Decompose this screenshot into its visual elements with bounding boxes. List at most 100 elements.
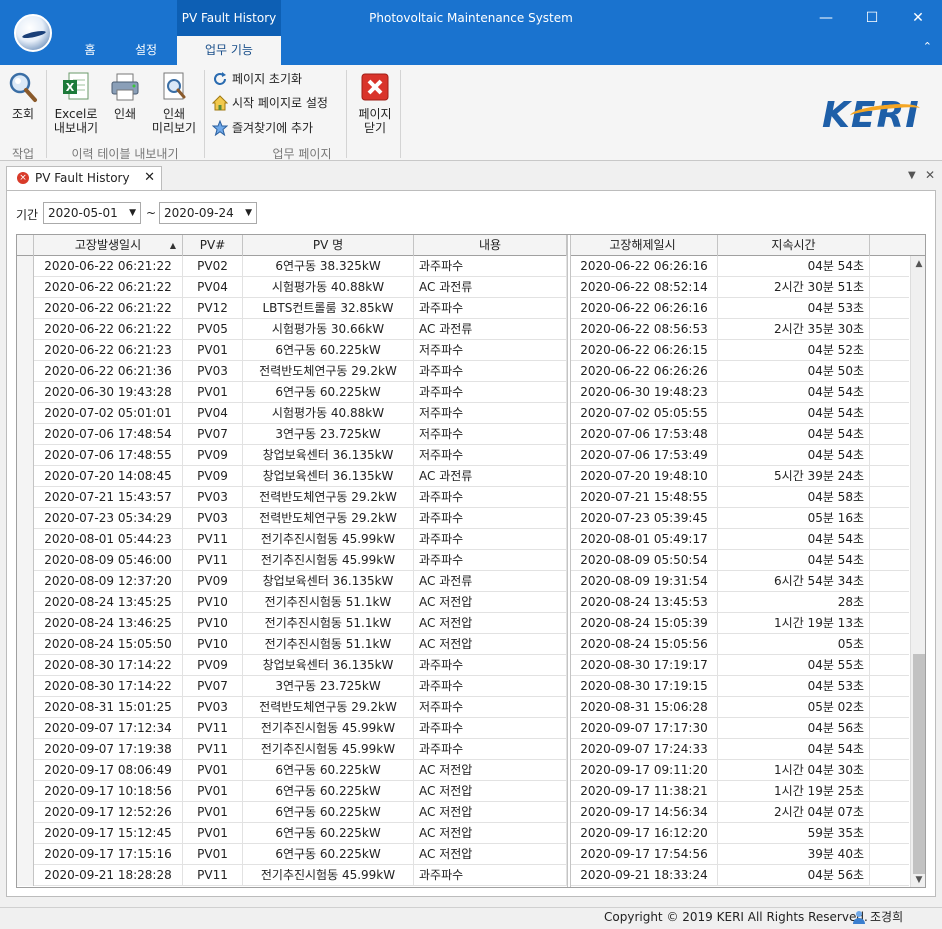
row-indicator[interactable] — [17, 529, 34, 550]
row-indicator[interactable] — [17, 739, 34, 760]
table-row[interactable]: 2020-06-22 06:21:23 PV01 6연구동 60.225kW 저주파수… — [17, 340, 909, 361]
tab-business-functions[interactable]: 업무 기능 — [177, 36, 281, 65]
print-button[interactable]: 인쇄 — [108, 71, 142, 121]
column-header-pv-number[interactable]: PV# — [183, 235, 243, 256]
table-row[interactable]: 2020-06-22 06:21:22 PV02 6연구동 38.325kW 과주파수… — [17, 256, 909, 277]
table-row[interactable]: 2020-07-06 17:48:55 PV09 창업보육센터 36.135kW 저주… — [17, 445, 909, 466]
column-header-duration[interactable]: 지속시간 — [718, 235, 870, 256]
row-indicator[interactable] — [17, 487, 34, 508]
row-indicator[interactable] — [17, 466, 34, 487]
row-indicator[interactable] — [17, 277, 34, 298]
row-indicator[interactable] — [17, 718, 34, 739]
table-row[interactable]: 2020-08-24 13:46:25 PV10 전기추진시험동 51.1kW AC … — [17, 613, 909, 634]
table-row[interactable]: 2020-09-17 12:52:26 PV01 6연구동 60.225kW AC 저… — [17, 802, 909, 823]
table-row[interactable]: 2020-08-24 13:45:25 PV10 전기추진시험동 51.1kW AC … — [17, 592, 909, 613]
table-row[interactable]: 2020-09-17 08:06:49 PV01 6연구동 60.225kW AC 저… — [17, 760, 909, 781]
close-tab-icon[interactable]: ✕ — [144, 167, 155, 189]
table-row[interactable]: 2020-08-01 05:44:23 PV11 전기추진시험동 45.99kW 과주… — [17, 529, 909, 550]
row-indicator[interactable] — [17, 865, 34, 886]
table-row[interactable]: 2020-09-17 15:12:45 PV01 6연구동 60.225kW AC 저… — [17, 823, 909, 844]
table-row[interactable]: 2020-09-07 17:12:34 PV11 전기추진시험동 45.99kW 과주… — [17, 718, 909, 739]
row-indicator[interactable] — [17, 319, 34, 340]
row-indicator[interactable] — [17, 403, 34, 424]
date-from-select[interactable]: 2020-05-01 ▼ — [43, 202, 141, 224]
row-indicator[interactable] — [17, 676, 34, 697]
table-row[interactable]: 2020-06-30 19:43:28 PV01 6연구동 60.225kW 과주파수… — [17, 382, 909, 403]
table-row[interactable]: 2020-08-09 05:46:00 PV11 전기추진시험동 45.99kW 과주… — [17, 550, 909, 571]
table-row[interactable]: 2020-06-22 06:21:22 PV12 LBTS컨트롤룸 32.85kW 과… — [17, 298, 909, 319]
column-splitter[interactable] — [567, 235, 571, 887]
close-window-button[interactable]: ✕ — [906, 6, 930, 30]
table-row[interactable]: 2020-07-23 05:34:29 PV03 전력반도체연구동 29.2kW 과주… — [17, 508, 909, 529]
excel-icon: X — [63, 72, 89, 100]
date-to-select[interactable]: 2020-09-24 ▼ — [159, 202, 257, 224]
table-cell: PV01 — [183, 844, 243, 865]
row-indicator[interactable] — [17, 655, 34, 676]
table-row[interactable]: 2020-07-02 05:01:01 PV04 시험평가동 40.88kW 저주파수… — [17, 403, 909, 424]
add-favorite-button[interactable]: 즐겨찾기에 추가 — [212, 118, 313, 138]
row-indicator[interactable] — [17, 781, 34, 802]
row-indicator[interactable] — [17, 697, 34, 718]
table-row[interactable]: 2020-07-21 15:43:57 PV03 전력반도체연구동 29.2kW 과주… — [17, 487, 909, 508]
table-row[interactable]: 2020-09-07 17:19:38 PV11 전기추진시험동 45.99kW 과주… — [17, 739, 909, 760]
row-indicator[interactable] — [17, 844, 34, 865]
table-row[interactable]: 2020-09-21 18:28:28 PV11 전기추진시험동 45.99kW 과주… — [17, 865, 909, 886]
row-indicator[interactable] — [17, 445, 34, 466]
app-logo[interactable] — [14, 14, 52, 52]
column-header-fault-time[interactable]: 고장발생일시 ▲ — [34, 235, 183, 256]
printer-icon — [111, 73, 139, 101]
fault-history-table[interactable]: 고장발생일시 ▲ PV# PV 명 내용 고장해제일시 지속시간 2020-06… — [16, 234, 926, 888]
column-header-pv-name[interactable]: PV 명 — [243, 235, 414, 256]
column-header-description[interactable]: 내용 — [414, 235, 567, 256]
close-document-icon[interactable]: ✕ — [925, 168, 935, 182]
table-row[interactable]: 2020-09-17 10:18:56 PV01 6연구동 60.225kW AC 저… — [17, 781, 909, 802]
export-excel-button[interactable]: X Excel로 내보내기 — [50, 71, 102, 135]
scroll-down-icon[interactable]: ▼ — [911, 872, 925, 887]
row-indicator[interactable] — [17, 760, 34, 781]
table-row[interactable]: 2020-06-22 06:21:22 PV04 시험평가동 40.88kW AC 과… — [17, 277, 909, 298]
table-row[interactable]: 2020-07-20 14:08:45 PV09 창업보육센터 36.135kW AC… — [17, 466, 909, 487]
row-indicator[interactable] — [17, 340, 34, 361]
row-indicator[interactable] — [17, 298, 34, 319]
table-cell: 2020-08-24 15:05:50 — [34, 634, 183, 655]
tab-home[interactable]: 홈 — [72, 36, 108, 65]
row-indicator[interactable] — [17, 508, 34, 529]
table-row[interactable]: 2020-08-30 17:14:22 PV07 3연구동 23.725kW 과주파수… — [17, 676, 909, 697]
minimize-button[interactable]: — — [814, 6, 838, 30]
row-indicator[interactable] — [17, 256, 34, 277]
tab-list-dropdown-icon[interactable]: ▼ — [908, 170, 916, 181]
scroll-up-icon[interactable]: ▲ — [911, 256, 925, 272]
search-button[interactable]: 조회 — [6, 71, 40, 121]
row-indicator[interactable] — [17, 634, 34, 655]
tab-settings[interactable]: 설정 — [124, 36, 168, 65]
row-indicator[interactable] — [17, 823, 34, 844]
table-row[interactable]: 2020-08-24 15:05:50 PV10 전기추진시험동 51.1kW AC … — [17, 634, 909, 655]
table-row[interactable]: 2020-07-06 17:48:54 PV07 3연구동 23.725kW 저주파수… — [17, 424, 909, 445]
row-indicator[interactable] — [17, 361, 34, 382]
close-page-button[interactable]: 페이지 닫기 — [354, 71, 396, 135]
page-reset-button[interactable]: 페이지 초기화 — [212, 69, 302, 89]
table-row[interactable]: 2020-09-17 17:15:16 PV01 6연구동 60.225kW AC 저… — [17, 844, 909, 865]
table-row[interactable]: 2020-08-30 17:14:22 PV09 창업보육센터 36.135kW 과주… — [17, 655, 909, 676]
row-indicator[interactable] — [17, 550, 34, 571]
set-start-page-button[interactable]: 시작 페이지로 설정 — [212, 93, 328, 113]
table-cell: 04분 54초 — [718, 382, 870, 403]
row-indicator[interactable] — [17, 382, 34, 403]
row-indicator[interactable] — [17, 424, 34, 445]
collapse-ribbon-icon[interactable]: ⌃ — [923, 40, 932, 53]
table-row[interactable]: 2020-06-22 06:21:36 PV03 전력반도체연구동 29.2kW 과주… — [17, 361, 909, 382]
document-tab[interactable]: × PV Fault History ✕ — [6, 166, 162, 190]
vertical-scrollbar[interactable]: ▲ ▼ — [910, 256, 925, 887]
table-row[interactable]: 2020-06-22 06:21:22 PV05 시험평가동 30.66kW AC 과… — [17, 319, 909, 340]
row-indicator[interactable] — [17, 592, 34, 613]
table-row[interactable]: 2020-08-31 15:01:25 PV03 전력반도체연구동 29.2kW 저주… — [17, 697, 909, 718]
row-indicator[interactable] — [17, 802, 34, 823]
maximize-button[interactable]: ☐ — [860, 6, 884, 30]
column-header-clear-time[interactable]: 고장해제일시 — [567, 235, 718, 256]
print-preview-button[interactable]: 인쇄 미리보기 — [148, 71, 200, 135]
table-cell: 6연구동 60.225kW — [243, 760, 414, 781]
scrollbar-thumb[interactable] — [913, 654, 925, 874]
row-indicator[interactable] — [17, 613, 34, 634]
table-row[interactable]: 2020-08-09 12:37:20 PV09 창업보육센터 36.135kW AC… — [17, 571, 909, 592]
row-indicator[interactable] — [17, 571, 34, 592]
